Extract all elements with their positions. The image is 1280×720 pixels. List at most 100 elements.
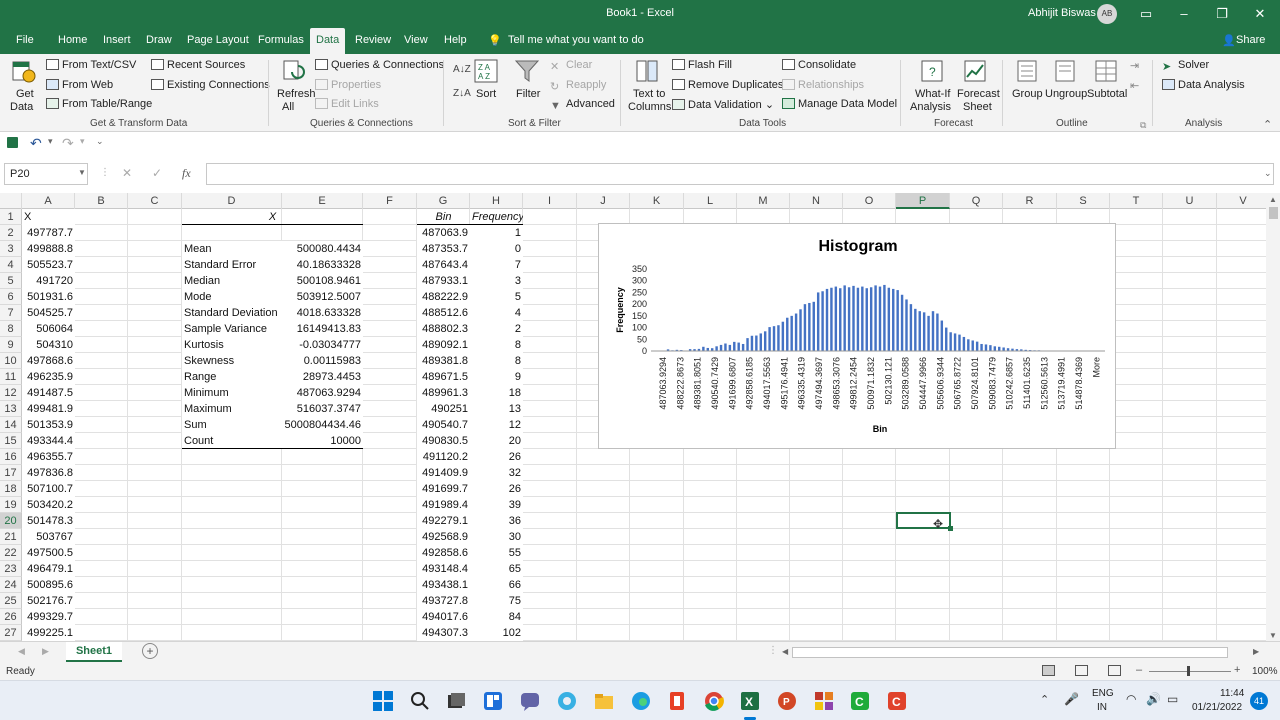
group-button[interactable]: Group (1012, 88, 1043, 100)
row-header-18[interactable]: 18 (0, 481, 22, 497)
cell-a12[interactable]: 491487.5 (22, 385, 75, 401)
column-header-e[interactable]: E (282, 193, 363, 209)
bin-value-18[interactable]: 491989.4 (417, 497, 470, 513)
chart-bar-30[interactable] (786, 317, 789, 351)
row-header-15[interactable]: 15 (0, 433, 22, 449)
chart-bar-55[interactable] (896, 290, 899, 351)
column-header-o[interactable]: O (843, 193, 896, 209)
frequency-value-7[interactable]: 2 (470, 321, 523, 337)
chart-bar-20[interactable] (741, 343, 745, 351)
chart-bar-46[interactable] (856, 287, 860, 351)
ribbon-display-icon[interactable]: ▭ (1134, 4, 1158, 24)
bin-header[interactable]: Bin (417, 209, 470, 225)
bin-value-13[interactable]: 490540.7 (417, 417, 470, 433)
close-icon[interactable]: ✕ (1248, 4, 1272, 24)
stats-label-2[interactable]: Standard Error (182, 257, 282, 273)
bin-value-7[interactable]: 488802.3 (417, 321, 470, 337)
chart-bar-36[interactable] (812, 301, 815, 351)
stats-value-10[interactable]: 487063.9294 (282, 385, 363, 401)
bin-value-12[interactable]: 490251 (417, 401, 470, 417)
powerpoint-icon[interactable]: P (776, 690, 798, 712)
chart-bar-75[interactable] (984, 344, 988, 351)
confirm-entry-icon[interactable]: ✓ (152, 166, 162, 180)
row-header-12[interactable]: 12 (0, 385, 22, 401)
restore-icon[interactable]: ❐ (1210, 4, 1234, 24)
language-code[interactable]: ENG (1092, 688, 1114, 699)
app-grid-icon[interactable] (813, 690, 835, 712)
cell-a19[interactable]: 503420.2 (22, 497, 75, 513)
chart-bar-29[interactable] (781, 321, 785, 351)
bin-value-9[interactable]: 489381.8 (417, 353, 470, 369)
chart-bar-68[interactable] (953, 333, 957, 351)
tab-help[interactable]: Help (444, 34, 467, 46)
avatar[interactable]: AB (1097, 4, 1117, 24)
frequency-value-9[interactable]: 8 (470, 353, 523, 369)
frequency-value-8[interactable]: 8 (470, 337, 523, 353)
column-header-h[interactable]: H (470, 193, 523, 209)
chart-bar-53[interactable] (887, 287, 891, 351)
histogram-chart[interactable]: Histogram Frequency Bin 0 50 100 150 200 250 3… (598, 223, 1116, 449)
chart-bar-48[interactable] (865, 288, 868, 351)
chart-bar-61[interactable] (922, 312, 926, 351)
row-header-21[interactable]: 21 (0, 529, 22, 545)
chart-bar-59[interactable] (914, 308, 917, 351)
refresh-all-icon[interactable] (280, 58, 306, 84)
cell-a4[interactable]: 505523.7 (22, 257, 75, 273)
chart-bar-76[interactable] (989, 345, 992, 351)
what-if-icon[interactable]: ? (919, 58, 945, 84)
bin-value-4[interactable]: 487933.1 (417, 273, 470, 289)
column-header-m[interactable]: M (737, 193, 790, 209)
data-validation-button[interactable]: Data Validation ⌄ (672, 98, 774, 111)
sheet-split-icon[interactable]: ⋮ (768, 645, 778, 656)
tab-file[interactable]: File (16, 34, 34, 46)
page-break-view-icon[interactable] (1108, 665, 1121, 676)
bin-value-25[interactable]: 494017.6 (417, 609, 470, 625)
what-if-button[interactable]: What-If (915, 88, 950, 100)
stats-label-1[interactable]: Mean (182, 241, 282, 257)
chart-bar-67[interactable] (949, 332, 952, 351)
row-header-14[interactable]: 14 (0, 417, 22, 433)
forecast-sheet-button[interactable]: Forecast (957, 88, 1000, 100)
row-header-1[interactable]: 1 (0, 209, 22, 225)
prev-sheet-icon[interactable]: ◀ (18, 646, 25, 657)
chart-bar-42[interactable] (839, 288, 842, 351)
ungroup-icon[interactable] (1052, 58, 1078, 84)
column-header-s[interactable]: S (1057, 193, 1110, 209)
column-header-c[interactable]: C (128, 193, 182, 209)
frequency-value-3[interactable]: 7 (470, 257, 523, 273)
row-header-4[interactable]: 4 (0, 257, 22, 273)
refresh-all-label[interactable]: All (282, 101, 294, 113)
tab-view[interactable]: View (404, 34, 428, 46)
chart-bar-66[interactable] (945, 327, 948, 351)
cell-a24[interactable]: 500895.6 (22, 577, 75, 593)
notification-badge[interactable]: 41 (1250, 692, 1268, 710)
cell-a16[interactable]: 496355.7 (22, 449, 75, 465)
data-analysis-button[interactable]: Data Analysis (1162, 79, 1245, 91)
chart-bar-74[interactable] (980, 343, 983, 351)
battery-icon[interactable]: ▭ (1167, 692, 1178, 706)
chart-bar-34[interactable] (803, 304, 807, 351)
chart-bar-32[interactable] (794, 313, 798, 351)
solver-button[interactable]: ➤ Solver (1162, 59, 1209, 73)
remove-duplicates-button[interactable]: Remove Duplicates (672, 79, 783, 91)
refresh-all-button[interactable]: Refresh (277, 88, 316, 100)
chart-bar-37[interactable] (816, 292, 820, 351)
sort-descending-icon[interactable]: Z↓A (453, 88, 471, 99)
dialog-launcher-icon[interactable]: ⧉ (1140, 120, 1146, 131)
frequency-value-17[interactable]: 26 (470, 481, 523, 497)
name-box-dropdown-icon[interactable]: ▼ (78, 168, 86, 177)
row-header-16[interactable]: 16 (0, 449, 22, 465)
column-header-j[interactable]: J (577, 193, 630, 209)
select-all-corner[interactable] (0, 193, 22, 209)
chart-bar-50[interactable] (874, 285, 877, 351)
properties-button[interactable]: Properties (315, 79, 381, 91)
frequency-value-19[interactable]: 36 (470, 513, 523, 529)
browser-icon[interactable] (556, 690, 578, 712)
undo-icon[interactable]: ↶ (30, 135, 42, 152)
chart-bar-64[interactable] (936, 313, 939, 351)
minimize-icon[interactable]: – (1172, 4, 1196, 24)
formula-handle-icon[interactable]: ⋮ (100, 167, 110, 178)
expand-formula-icon[interactable]: ⌄ (1264, 168, 1272, 179)
search-icon[interactable] (409, 690, 431, 712)
cell-a13[interactable]: 499481.9 (22, 401, 75, 417)
